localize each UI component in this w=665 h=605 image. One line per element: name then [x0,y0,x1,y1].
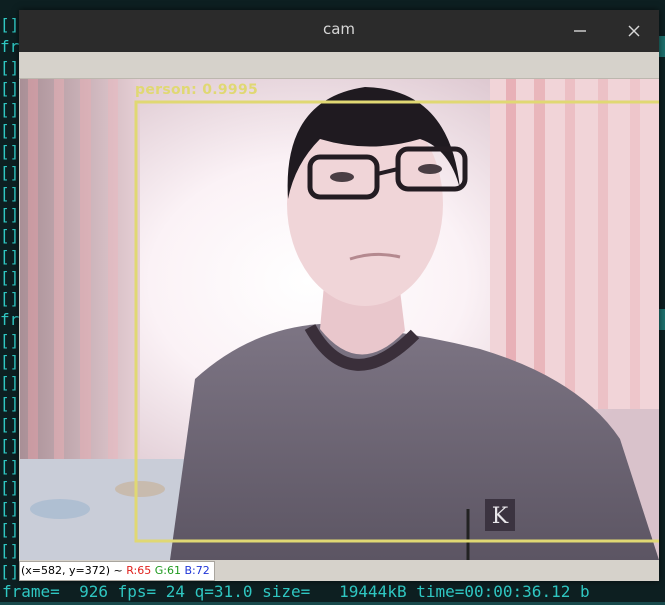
pixel-info: (x=582, y=372) ~ R:65 G:61 B:72 [19,561,215,581]
terminal-line: [] [0,268,20,287]
terminal-line: [] [0,373,20,392]
title-bar[interactable]: cam [19,10,659,52]
terminal-line: [] [0,58,20,77]
terminal-line: fr [0,310,20,329]
terminal-line: [] [0,520,20,539]
terminal-line: [] [0,499,20,518]
minimize-button[interactable] [567,18,593,44]
terminal-line: [] [0,352,20,371]
terminal-line: [] [0,541,20,560]
terminal-status-line: frame= 926 fps= 24 q=31.0 size= 19444kB … [0,581,665,603]
pixel-coords: (x=582, y=372) ~ [21,564,127,577]
terminal-line: [] [0,289,20,308]
terminal-line: [] [0,436,20,455]
terminal-highlight [658,309,665,330]
terminal-line: [] [0,415,20,434]
terminal-line: fr [0,37,20,56]
pixel-blue: B:72 [184,564,210,577]
pixel-green: G:61 [154,564,181,577]
terminal-highlight [658,36,665,57]
toolbar [19,52,659,79]
terminal-line: [] [0,331,20,350]
cam-window: cam K person: 0.9995 (x=582, y=372) ~ R:… [19,10,659,581]
terminal-line: [] [0,562,20,581]
window-title: cam [322,20,356,38]
pixel-red: R:65 [126,564,152,577]
terminal-line: [] [0,394,20,413]
terminal-line: [] [0,184,20,203]
terminal-line: [] [0,79,20,98]
svg-text:K: K [492,504,509,529]
detection-label: person: 0.9995 [135,82,259,98]
terminal-line: [] [0,478,20,497]
terminal-line: [] [0,247,20,266]
minimize-icon [574,30,586,32]
terminal-line: [] [0,142,20,161]
terminal-line: [] [0,457,20,476]
close-button[interactable] [621,18,647,44]
terminal-line: [] [0,100,20,119]
terminal-line: [] [0,163,20,182]
terminal-line: [] [0,205,20,224]
camera-frame[interactable]: K person: 0.9995 [20,79,659,560]
terminal-line: [] [0,15,20,34]
status-bar: (x=582, y=372) ~ R:65 G:61 B:72 [19,560,659,581]
terminal-line: [] [0,226,20,245]
webcam-image: K [20,79,659,560]
close-icon [628,25,640,37]
terminal-line: [] [0,121,20,140]
